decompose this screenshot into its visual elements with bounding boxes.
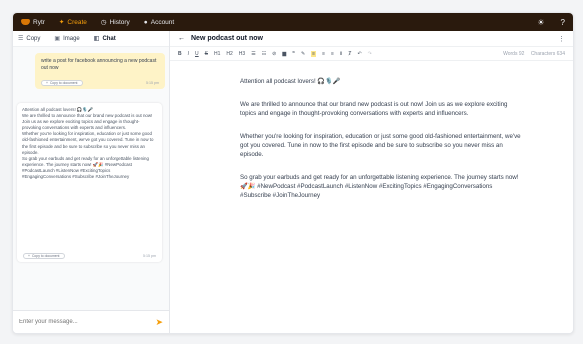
nav-history-label: History [109,18,130,26]
editor-paragraph[interactable]: Attention all podcast lovers! 🎧🎙️🎤 [240,77,522,86]
heading2-button[interactable]: H2 [226,51,232,57]
help-icon[interactable]: ? [561,18,565,27]
tab-copy[interactable]: ☰ Copy [18,35,41,43]
nav-create-label: Create [67,18,87,26]
message-footer: + Copy to document 5:15 pm [23,253,156,259]
document-panel: ← New podcast out now ⋮ B I U S H1 H2 H3… [170,31,573,333]
image-icon: ▣ [54,36,61,42]
align-center-icon[interactable]: ≡ [322,51,325,57]
nav-account[interactable]: ● Account [144,19,174,26]
user-message: write a post for facebook announcing a n… [35,53,165,89]
columns-icon[interactable]: Ⅱ [340,51,342,57]
message-time: 5:15 pm [143,254,156,258]
plus-icon: + [28,254,30,258]
tab-image-label: Image [63,35,80,42]
document-title[interactable]: New podcast out now [191,35,263,42]
ai-message: Attention all podcast lovers! 🎧🎙️🎤 We ar… [17,103,162,262]
mode-tabs: ☰ Copy ▣ Image ◧ Chat [13,31,169,47]
align-left-icon[interactable]: ≡ [311,50,317,57]
bullet-list-icon[interactable]: ☰ [251,51,255,57]
document-header: ← New podcast out now ⋮ [170,31,573,47]
tab-image[interactable]: ▣ Image [54,35,80,43]
sparkle-icon: ✦ [58,19,65,26]
highlight-icon[interactable]: ✎ [301,51,305,57]
nav-history[interactable]: ◷ History [100,18,130,27]
tab-chat-label: Chat [102,35,116,42]
copy-to-document-button[interactable]: + Copy to document [23,253,65,259]
theme-toggle-icon[interactable]: ☀ [537,18,544,27]
align-right-icon[interactable]: ≡ [331,51,334,57]
copy-label: Copy to document [31,254,60,258]
chat-thread[interactable]: write a post for facebook announcing a n… [13,47,169,310]
nav-account-label: Account [150,18,175,26]
tab-copy-label: Copy [26,35,41,42]
left-panel: ☰ Copy ▣ Image ◧ Chat write a post for f… [13,31,170,333]
document-stats: Words 92 Characters 634 [498,51,565,57]
clear-format-icon[interactable]: Ⱦ [348,51,351,57]
message-time: 5:15 pm [146,81,159,85]
ai-message-text: Attention all podcast lovers! 🎧🎙️🎤 We ar… [22,107,154,180]
document-editor[interactable]: Attention all podcast lovers! 🎧🎙️🎤 We ar… [170,61,573,333]
user-icon: ● [143,18,148,26]
copy-to-document-button[interactable]: + Copy to document [41,80,83,86]
heading1-button[interactable]: H1 [214,51,220,57]
lines-icon: ☰ [18,36,24,42]
copy-label: Copy to document [49,81,78,85]
word-count: Words 92 [503,50,525,57]
chat-icon: ◧ [93,36,100,42]
logo-text: Rytr [33,18,45,26]
underline-button[interactable]: U [195,51,199,57]
chat-input-bar: ➤ [13,310,169,333]
image-insert-icon[interactable]: ▆ [282,51,286,57]
character-count: Characters 634 [530,50,565,57]
user-message-text: write a post for facebook announcing a n… [41,58,157,71]
rytr-logo-icon [21,19,30,25]
clock-icon: ◷ [100,19,107,26]
editor-paragraph[interactable]: Whether you're looking for inspiration, … [240,132,522,159]
nav-create[interactable]: ✦ Create [58,18,87,27]
redo-icon[interactable]: ↷ [368,51,372,57]
logo[interactable]: Rytr [21,19,45,26]
message-footer: + Copy to document 5:15 pm [41,80,159,86]
tab-chat[interactable]: ◧ Chat [93,35,116,43]
send-icon[interactable]: ➤ [155,317,163,328]
strikethrough-button[interactable]: S [205,51,208,57]
undo-icon[interactable]: ↶ [357,51,361,57]
plus-icon: + [46,81,48,85]
heading3-button[interactable]: H3 [239,51,245,57]
editor-paragraph[interactable]: So grab your earbuds and get ready for a… [240,173,522,200]
top-navbar: Rytr ✦ Create ◷ History ● Account ☀ ? [13,13,573,31]
message-input[interactable] [19,319,156,325]
app-window: Rytr ✦ Create ◷ History ● Account ☀ ? ☰ … [12,12,574,334]
link-icon[interactable]: ⊘ [272,51,276,57]
italic-button[interactable]: I [188,51,189,57]
format-toolbar: B I U S H1 H2 H3 ☰ ☷ ⊘ ▆ ❞ ✎ ≡ ≡ ≡ Ⅱ Ⱦ ↶… [170,47,573,61]
back-arrow-icon[interactable]: ← [178,35,185,42]
more-options-icon[interactable]: ⋮ [558,35,565,43]
quote-icon[interactable]: ❞ [292,51,295,57]
editor-paragraph[interactable]: We are thrilled to announce that our bra… [240,100,522,118]
bold-button[interactable]: B [178,51,182,57]
numbered-list-icon[interactable]: ☷ [262,51,266,57]
